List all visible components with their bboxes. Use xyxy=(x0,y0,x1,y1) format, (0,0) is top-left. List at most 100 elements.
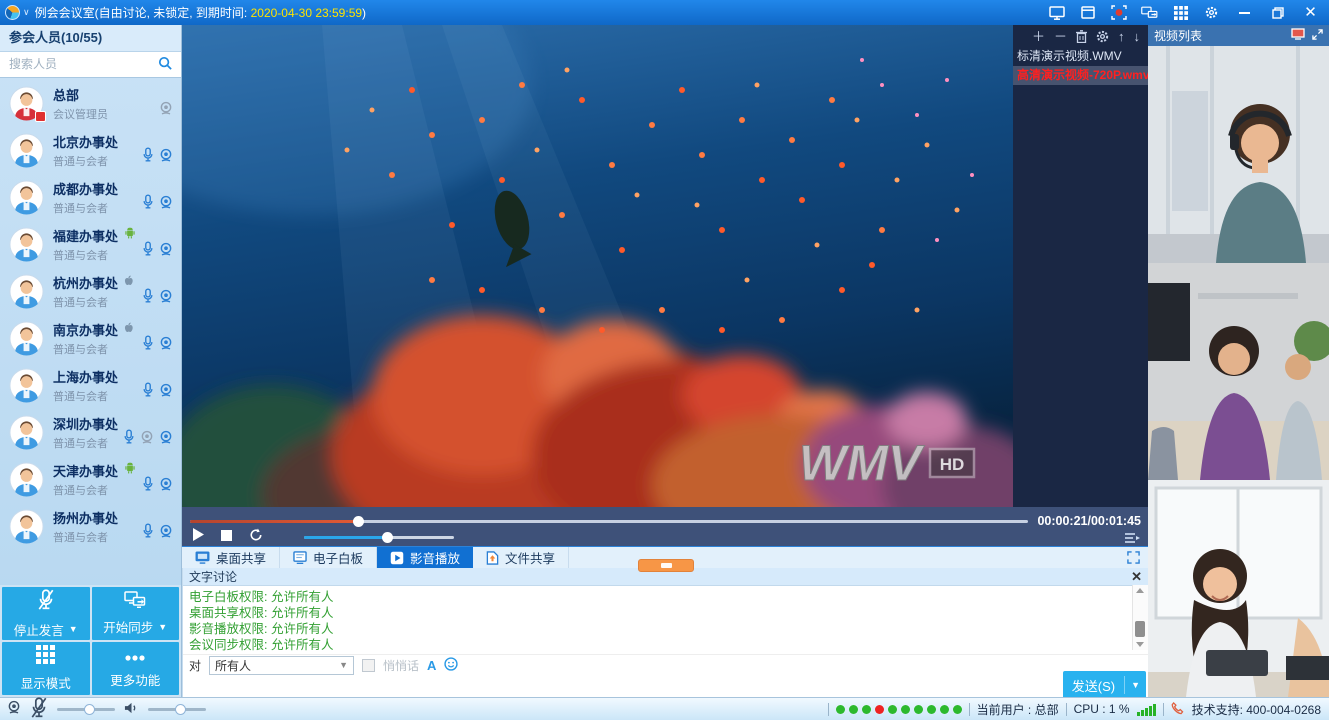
webcam-icon[interactable] xyxy=(159,289,173,309)
mic-icon[interactable] xyxy=(142,194,154,215)
mic-icon[interactable] xyxy=(123,429,135,450)
recipient-select[interactable]: 所有人 ▼ xyxy=(209,656,354,675)
chat-close-icon[interactable]: ✕ xyxy=(1131,570,1142,583)
mic-icon[interactable] xyxy=(142,335,154,356)
mic-icon[interactable] xyxy=(142,241,154,262)
mic-icon[interactable] xyxy=(142,382,154,403)
network-sync-icon[interactable] xyxy=(1141,5,1158,20)
speaker-icon[interactable] xyxy=(124,701,139,718)
remove-icon[interactable]: － xyxy=(1054,31,1067,42)
loop-button[interactable] xyxy=(249,528,263,547)
participant-row[interactable]: 扬州办事处 普通与会者 xyxy=(0,503,181,550)
participant-row[interactable]: 福建办事处 普通与会者 xyxy=(0,221,181,268)
participant-row[interactable]: 深圳办事处 普通与会者 xyxy=(0,409,181,456)
tab-desktop-share[interactable]: 桌面共享 xyxy=(182,547,280,568)
whisper-checkbox[interactable] xyxy=(362,659,375,672)
webcam-icon[interactable] xyxy=(159,477,173,497)
mic-volume-slider[interactable] xyxy=(57,708,115,711)
webcam-icon[interactable] xyxy=(159,336,173,356)
chat-scrollbar[interactable] xyxy=(1132,585,1148,650)
scroll-up-icon[interactable] xyxy=(1136,588,1144,593)
playlist-item[interactable]: 标清演示视频.WMV xyxy=(1013,47,1148,66)
webcam-gray-icon[interactable] xyxy=(159,101,173,121)
webcam-icon[interactable] xyxy=(159,430,173,450)
send-options-icon[interactable]: ▼ xyxy=(1125,680,1146,690)
webcam-icon[interactable] xyxy=(159,148,173,168)
video-thumb-1[interactable] xyxy=(1148,46,1329,263)
send-button[interactable]: 发送(S) ▼ xyxy=(1063,671,1146,699)
font-icon[interactable]: A xyxy=(427,658,436,673)
trash-icon[interactable] xyxy=(1076,30,1087,43)
tab-whiteboard[interactable]: 电子白板 xyxy=(280,547,377,568)
speaker-volume-slider[interactable] xyxy=(148,708,206,711)
emoji-icon[interactable] xyxy=(444,657,458,674)
chat-messages: 电子白板权限: 允许所有人桌面共享权限: 允许所有人影音播放权限: 允许所有人会… xyxy=(183,586,1148,654)
more-functions-button[interactable]: 更多功能 xyxy=(92,642,180,695)
display-mode-icon[interactable] xyxy=(1172,5,1189,20)
gear-icon[interactable] xyxy=(1096,30,1109,43)
play-button[interactable] xyxy=(192,528,204,546)
minimize-button[interactable] xyxy=(1236,5,1253,20)
search-icon[interactable] xyxy=(158,56,173,76)
participant-role: 普通与会者 xyxy=(53,482,137,498)
participant-row[interactable]: 南京办事处 普通与会者 xyxy=(0,315,181,362)
video-thumb-3[interactable] xyxy=(1148,480,1329,697)
participant-row[interactable]: 北京办事处 普通与会者 xyxy=(0,127,181,174)
scroll-thumb[interactable] xyxy=(1135,621,1145,637)
stop-speaking-button[interactable]: 停止发言▼ xyxy=(2,587,90,640)
search-input[interactable] xyxy=(0,52,159,75)
mic-muted-status-icon[interactable] xyxy=(30,697,48,720)
webcam-gray-icon[interactable] xyxy=(140,430,154,450)
close-button[interactable]: ✕ xyxy=(1302,5,1319,20)
mic-icon[interactable] xyxy=(142,476,154,497)
participant-role: 普通与会者 xyxy=(53,247,137,263)
scroll-down-icon[interactable] xyxy=(1136,642,1144,647)
volume-slider[interactable] xyxy=(304,536,454,539)
record-icon[interactable] xyxy=(1110,5,1127,20)
move-down-icon[interactable]: ↓ xyxy=(1134,31,1141,42)
chevron-down-icon[interactable]: ∨ xyxy=(23,7,30,18)
screen-share-icon[interactable] xyxy=(1048,5,1065,20)
fullscreen-expand-icon[interactable] xyxy=(1127,547,1148,568)
volume-handle[interactable] xyxy=(382,532,393,543)
participant-row[interactable]: 成都办事处 普通与会者 xyxy=(0,174,181,221)
webcam-icon[interactable] xyxy=(159,383,173,403)
start-sync-button[interactable]: 开始同步▼ xyxy=(92,587,180,640)
participant-device-icons xyxy=(142,147,173,168)
status-dot xyxy=(836,705,845,714)
seek-handle[interactable] xyxy=(353,516,364,527)
display-mode-button[interactable]: 显示模式 xyxy=(2,642,90,695)
mic-icon[interactable] xyxy=(142,288,154,309)
playback-time: 00:00:21/00:01:45 xyxy=(1037,514,1141,528)
webcam-status-icon[interactable] xyxy=(7,700,21,718)
chat-drawer-handle[interactable] xyxy=(638,559,694,572)
support-phone: 技术支持: 400-004-0268 xyxy=(1192,701,1321,718)
tab-media-playback[interactable]: 影音播放 xyxy=(377,547,473,568)
admin-badge xyxy=(35,111,46,122)
main-video-area[interactable]: WMV HD xyxy=(182,25,1013,507)
dropdown-arrow-icon: ▼ xyxy=(158,622,167,632)
video-thumb-2[interactable] xyxy=(1148,263,1329,480)
window-icon[interactable] xyxy=(1079,5,1096,20)
stop-button[interactable] xyxy=(221,528,232,546)
webcam-icon[interactable] xyxy=(159,242,173,262)
webcam-icon[interactable] xyxy=(159,524,173,544)
move-up-icon[interactable]: ↑ xyxy=(1118,31,1125,42)
participant-row[interactable]: 上海办事处 普通与会者 xyxy=(0,362,181,409)
mic-icon[interactable] xyxy=(142,147,154,168)
tab-file-share[interactable]: 文件共享 xyxy=(473,547,569,568)
settings-icon[interactable] xyxy=(1203,5,1220,20)
seek-bar[interactable] xyxy=(190,520,1028,523)
playlist-item[interactable]: 高清演示视频-720P.wmv删除 xyxy=(1013,66,1148,85)
participant-row[interactable]: 杭州办事处 普通与会者 xyxy=(0,268,181,315)
expand-icon[interactable] xyxy=(1312,29,1323,43)
mic-icon[interactable] xyxy=(142,523,154,544)
webcam-icon[interactable] xyxy=(159,195,173,215)
participant-row[interactable]: 总部 会议管理员 xyxy=(0,80,181,127)
avatar xyxy=(9,321,44,356)
restore-button[interactable] xyxy=(1269,5,1286,20)
add-icon[interactable]: ＋ xyxy=(1032,31,1045,42)
tab-whiteboard-icon xyxy=(293,551,307,564)
participant-row[interactable]: 天津办事处 普通与会者 xyxy=(0,456,181,503)
broadcast-screen-icon[interactable] xyxy=(1291,28,1305,43)
